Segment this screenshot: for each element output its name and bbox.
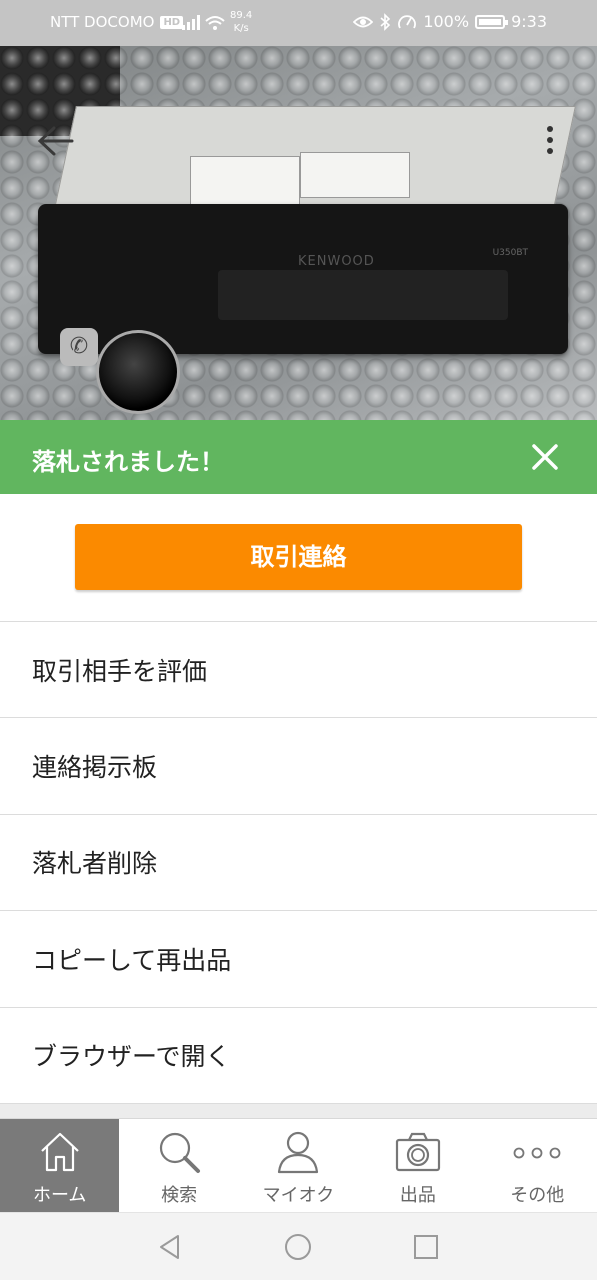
nav-home-label: ホーム	[32, 1185, 87, 1206]
nav-search[interactable]: 検索	[119, 1119, 238, 1213]
volume-knob	[96, 330, 180, 414]
menu-item-message-board[interactable]: 連絡掲示板	[0, 718, 597, 815]
nav-more-label: その他	[510, 1185, 565, 1206]
nav-sell[interactable]: 出品	[358, 1119, 477, 1213]
nav-sell-label: 出品	[399, 1185, 436, 1206]
more-vert-icon[interactable]	[540, 126, 560, 160]
phone-icon: ✆	[60, 328, 98, 366]
system-recents-icon[interactable]	[412, 1233, 440, 1261]
menu-item-open-browser[interactable]: ブラウザーで開く	[0, 1007, 597, 1104]
camera-icon	[395, 1132, 440, 1172]
primary-action-area: 取引連絡	[0, 494, 597, 622]
close-icon[interactable]	[526, 438, 564, 476]
nav-more[interactable]: その他	[478, 1119, 597, 1213]
network-speed-value: 89.4	[230, 10, 253, 21]
bluetooth-icon	[380, 12, 391, 31]
network-speed-unit: K/s	[233, 23, 249, 34]
nav-home[interactable]: ホーム	[0, 1119, 120, 1213]
eye-icon	[353, 16, 374, 27]
menu-item-remove-bidder[interactable]: 落札者削除	[0, 814, 597, 912]
section-divider	[0, 1104, 597, 1118]
screen: NTT DOCOMO HD 89.4 K/s 100% 9:33 KENWOOD…	[0, 0, 597, 1280]
banner-message: 落札されました！	[32, 448, 224, 476]
signal-wifi-icon	[182, 15, 225, 30]
speed-gauge-icon	[398, 14, 417, 28]
model-mark: U350BT	[492, 248, 528, 258]
clock: 9:33	[511, 12, 547, 31]
won-banner: 落札されました！	[0, 420, 597, 494]
battery-percent: 100%	[423, 12, 470, 31]
unit-sticker	[300, 152, 410, 198]
person-icon	[278, 1131, 319, 1174]
radio-display	[218, 270, 508, 320]
status-right-group: 100% 9:33	[353, 12, 547, 31]
nav-my-auction-label: マイオク	[262, 1185, 335, 1206]
hd-badge: HD	[160, 15, 184, 29]
radio-faceplate: KENWOOD U350BT	[38, 204, 568, 354]
system-back-icon[interactable]	[156, 1233, 184, 1261]
system-home-icon[interactable]	[284, 1233, 312, 1261]
more-dots-icon	[513, 1147, 561, 1159]
brand-mark: KENWOOD	[298, 254, 375, 269]
system-navigation-bar	[0, 1212, 597, 1280]
action-menu: 取引相手を評価 連絡掲示板 落札者削除 コピーして再出品 ブラウザーで開く	[0, 622, 597, 1104]
battery-icon	[475, 14, 509, 29]
carrier-group: NTT DOCOMO HD	[50, 13, 184, 31]
bottom-navigation: ホーム 検索 マイオク 出品 その他	[0, 1118, 597, 1213]
status-bar: NTT DOCOMO HD 89.4 K/s 100% 9:33	[0, 0, 597, 46]
nav-search-label: 検索	[161, 1185, 198, 1206]
carrier-name: NTT DOCOMO	[50, 13, 155, 31]
menu-item-copy-relist[interactable]: コピーして再出品	[0, 911, 597, 1008]
network-speed: 89.4 K/s	[230, 9, 252, 35]
menu-item-rate-partner[interactable]: 取引相手を評価	[0, 622, 597, 719]
back-arrow-icon[interactable]	[36, 124, 76, 158]
home-icon	[40, 1132, 79, 1172]
transaction-contact-button[interactable]: 取引連絡	[75, 524, 522, 590]
product-photo: KENWOOD U350BT ✆	[0, 46, 597, 420]
search-icon	[159, 1132, 201, 1173]
nav-my-auction[interactable]: マイオク	[239, 1119, 358, 1213]
